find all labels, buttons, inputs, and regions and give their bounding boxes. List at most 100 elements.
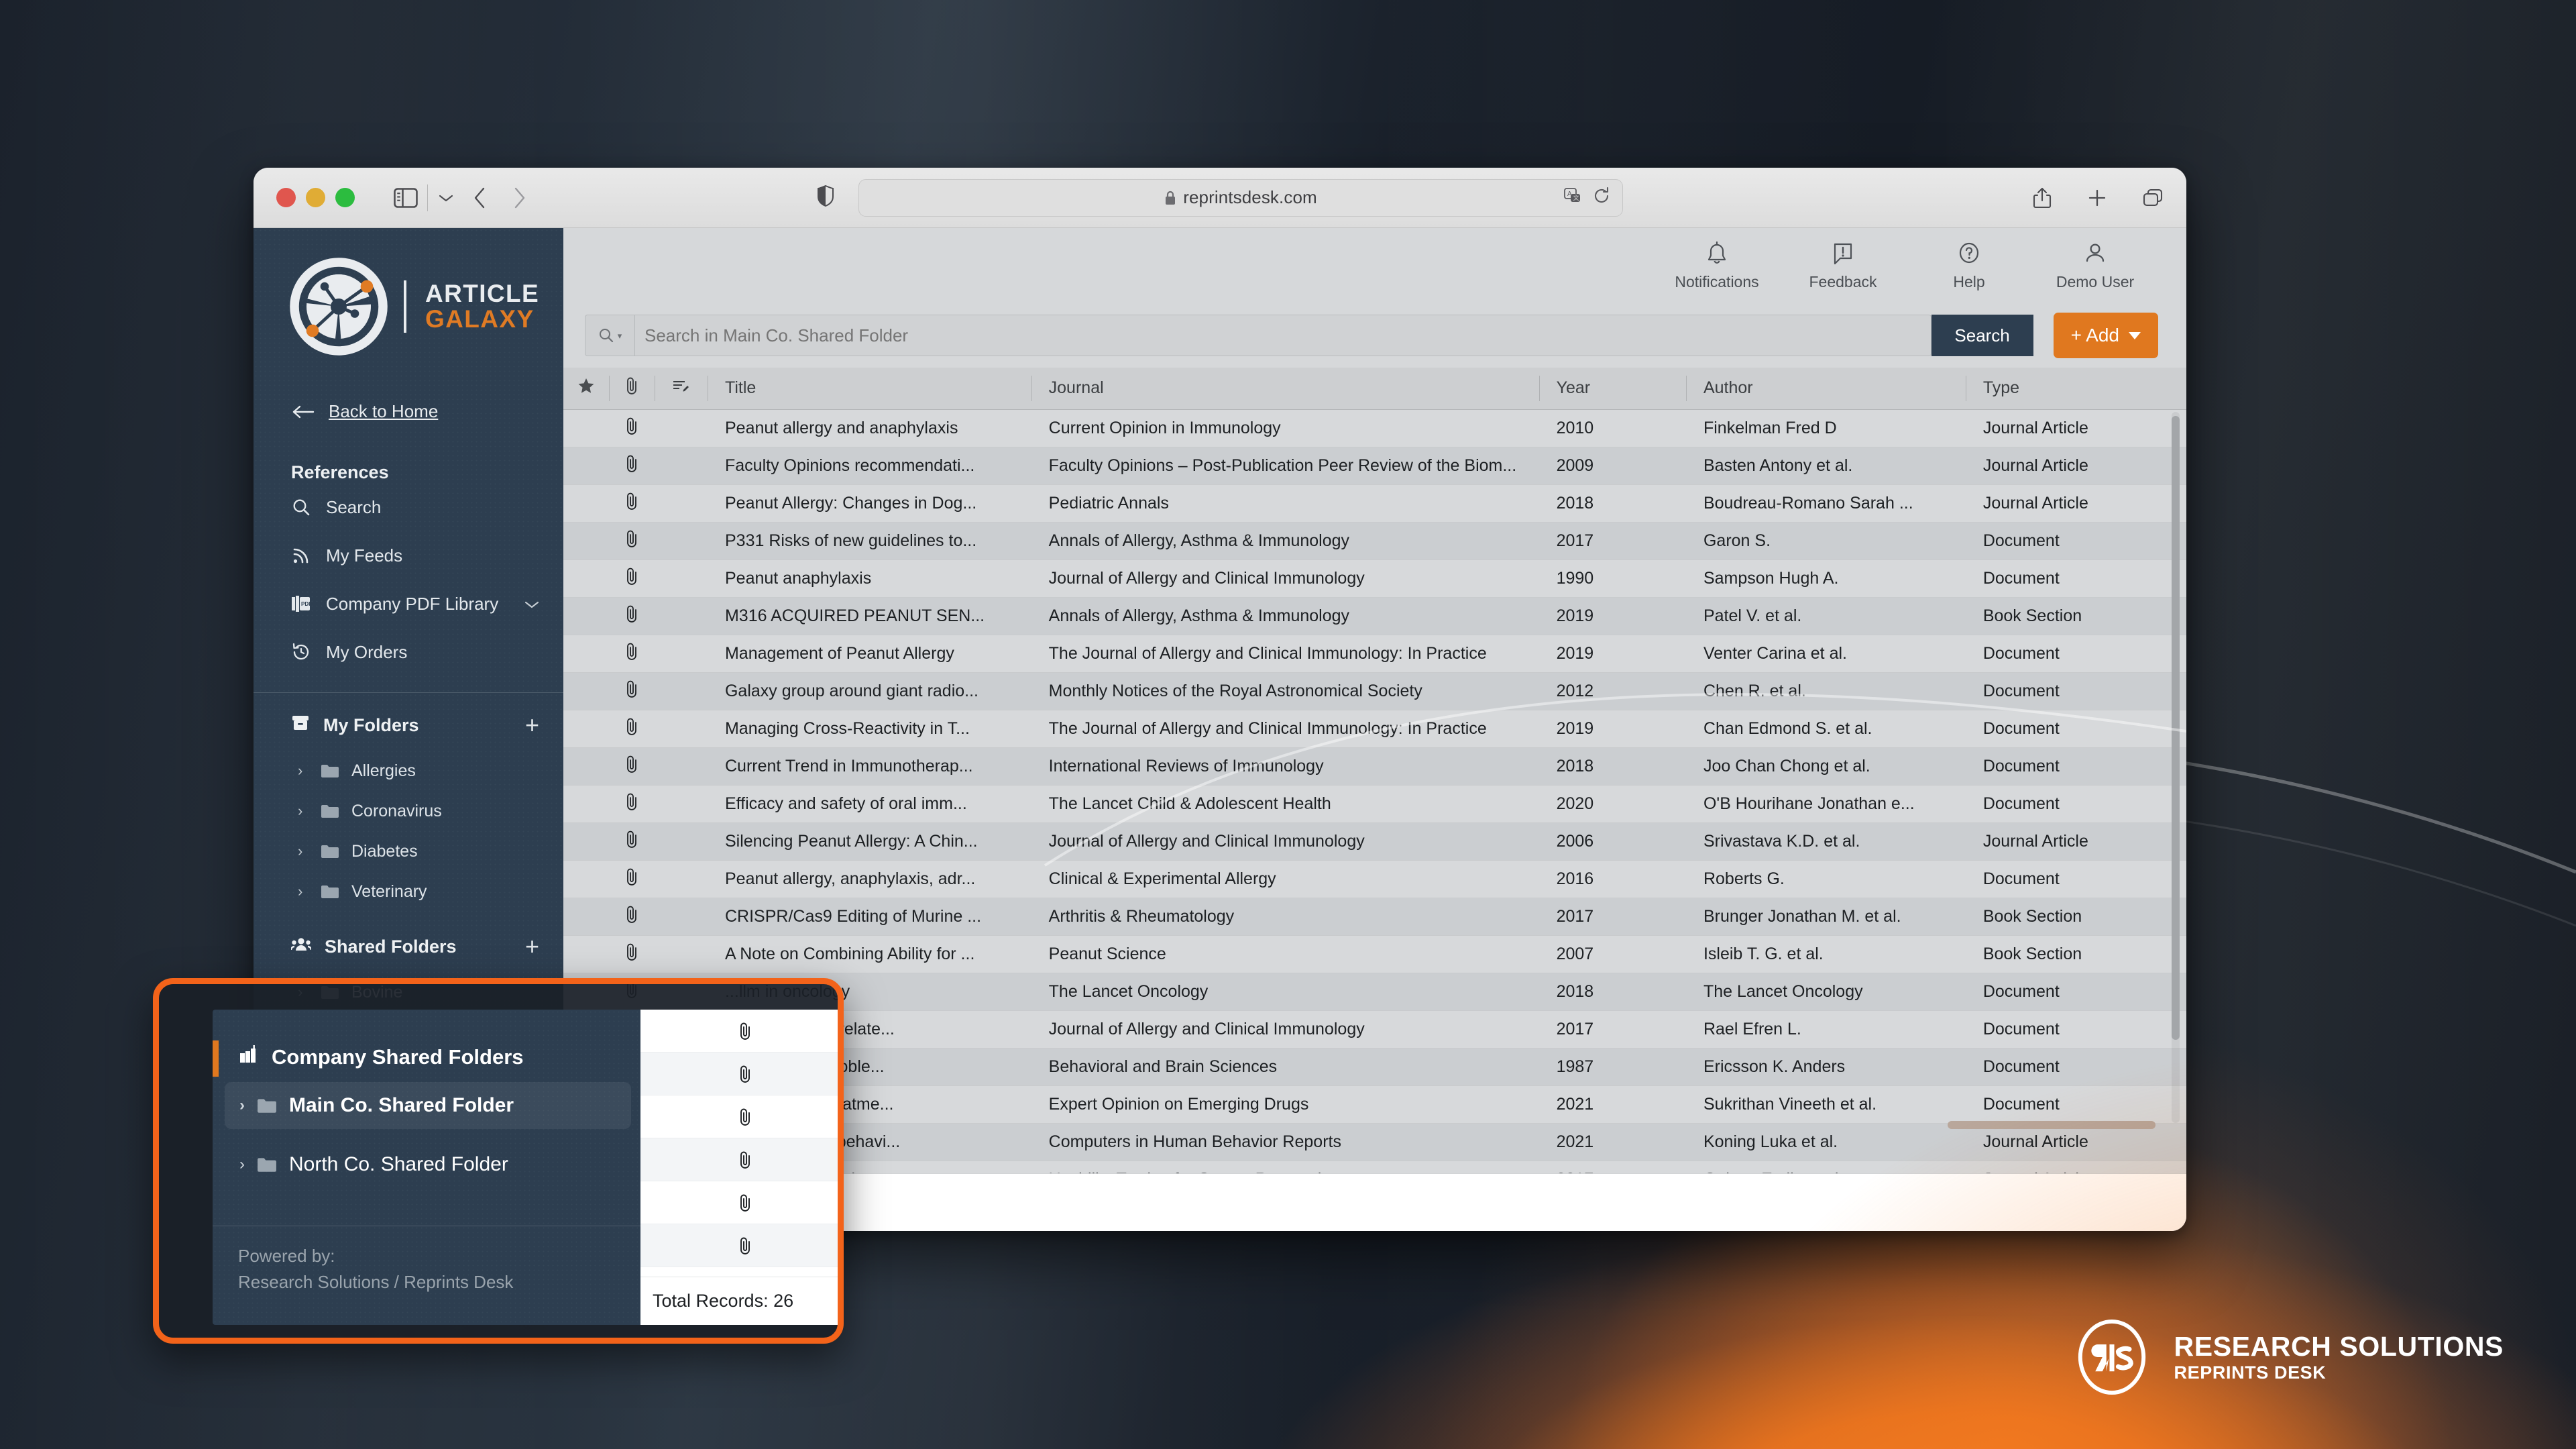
folder-allergies[interactable]: › Allergies [254,751,563,791]
row-attachment-cell[interactable] [609,522,655,559]
row-attachment-cell[interactable] [609,409,655,447]
row-star-cell[interactable] [563,860,609,898]
row-star-cell[interactable] [563,710,609,747]
column-header-title[interactable]: Title [708,368,1031,409]
table-row[interactable]: Peanut allergy, anaphylaxis, adr...Clini… [563,860,2186,898]
row-attachment-cell[interactable] [609,898,655,935]
row-attachment-cell[interactable] [609,935,655,973]
row-note-cell[interactable] [655,747,708,785]
table-row[interactable]: Current Trend in Immunotherap...Internat… [563,747,2186,785]
row-note-cell[interactable] [655,785,708,822]
chevron-right-icon[interactable]: › [239,1096,245,1115]
translate-icon[interactable]: A文 [1563,186,1582,209]
search-button[interactable]: Search [1931,315,2033,356]
window-controls[interactable] [276,188,355,207]
column-header-star[interactable] [563,368,609,409]
row-note-cell[interactable] [655,935,708,973]
add-folder-button[interactable]: + [525,713,539,737]
nav-back-icon[interactable] [472,186,487,209]
nav-forward-icon[interactable] [512,186,527,209]
folder-diabetes[interactable]: › Diabetes [254,831,563,871]
row-attachment-cell[interactable] [609,559,655,597]
sidebar-item-search[interactable]: Search [254,483,563,531]
row-star-cell[interactable] [563,522,609,559]
table-row[interactable]: M316 ACQUIRED PEANUT SEN...Annals of All… [563,597,2186,635]
table-row[interactable]: Peanut allergy and anaphylaxisCurrent Op… [563,409,2186,447]
table-row[interactable]: Peanut Allergy: Changes in Dog...Pediatr… [563,484,2186,522]
column-header-year[interactable]: Year [1539,368,1686,409]
row-attachment-cell[interactable] [609,597,655,635]
row-star-cell[interactable] [563,935,609,973]
sidebar-item-company-pdf-library[interactable]: PDF Company PDF Library [254,580,563,628]
vertical-scrollbar[interactable] [2172,412,2180,1123]
topbar-user[interactable]: Demo User [2032,241,2158,291]
horizontal-scrollbar[interactable] [1948,1121,2155,1129]
column-header-note[interactable] [655,368,708,409]
row-note-cell[interactable] [655,559,708,597]
callout-clip-row[interactable] [640,1224,844,1267]
row-attachment-cell[interactable] [609,822,655,860]
row-note-cell[interactable] [655,447,708,484]
row-note-cell[interactable] [655,522,708,559]
table-row[interactable]: A Note on Combining Ability for ...Peanu… [563,935,2186,973]
row-note-cell[interactable] [655,710,708,747]
chevron-right-icon[interactable]: › [298,883,309,900]
row-star-cell[interactable] [563,898,609,935]
row-star-cell[interactable] [563,785,609,822]
row-attachment-cell[interactable] [609,785,655,822]
table-row[interactable]: CRISPR/Cas9 Editing of Murine ...Arthrit… [563,898,2186,935]
table-row[interactable]: Managing Cross-Reactivity in T...The Jou… [563,710,2186,747]
table-row[interactable]: Silencing Peanut Allergy: A Chin...Journ… [563,822,2186,860]
plus-icon[interactable] [2087,188,2107,208]
callout-folder-north-co[interactable]: › North Co. Shared Folder [225,1141,631,1188]
row-note-cell[interactable] [655,672,708,710]
row-note-cell[interactable] [655,409,708,447]
row-star-cell[interactable] [563,747,609,785]
row-star-cell[interactable] [563,409,609,447]
row-star-cell[interactable] [563,484,609,522]
company-shared-folders-header[interactable]: Company Shared Folders [213,1010,640,1070]
column-header-type[interactable]: Type [1966,368,2186,409]
column-header-attachment[interactable] [609,368,655,409]
search-box[interactable]: ▾ [585,315,1931,356]
callout-clip-row[interactable] [640,1181,844,1224]
row-attachment-cell[interactable] [609,710,655,747]
topbar-notifications[interactable]: Notifications [1654,241,1780,291]
table-row[interactable]: Management of Peanut AllergyThe Journal … [563,635,2186,672]
callout-clip-row[interactable] [640,1010,844,1053]
search-input[interactable] [635,315,1931,356]
row-note-cell[interactable] [655,898,708,935]
folder-coronavirus[interactable]: › Coronavirus [254,791,563,831]
table-row[interactable]: P331 Risks of new guidelines to...Annals… [563,522,2186,559]
minimize-button[interactable] [306,188,325,207]
folder-veterinary[interactable]: › Veterinary [254,871,563,912]
maximize-button[interactable] [335,188,355,207]
scrollbar-thumb[interactable] [2172,416,2180,1040]
row-attachment-cell[interactable] [609,672,655,710]
row-note-cell[interactable] [655,822,708,860]
row-star-cell[interactable] [563,672,609,710]
chevron-right-icon[interactable]: › [298,802,309,820]
table-row[interactable]: Faculty Opinions recommendati...Faculty … [563,447,2186,484]
topbar-help[interactable]: Help [1906,241,2032,291]
table-row[interactable]: Peanut anaphylaxisJournal of Allergy and… [563,559,2186,597]
sidebar-item-my-feeds[interactable]: My Feeds [254,531,563,580]
callout-clip-row[interactable] [640,1138,844,1181]
row-star-cell[interactable] [563,597,609,635]
row-star-cell[interactable] [563,822,609,860]
row-note-cell[interactable] [655,597,708,635]
address-bar[interactable]: reprintsdesk.com A文 [858,179,1623,217]
table-row[interactable]: Efficacy and safety of oral imm...The La… [563,785,2186,822]
table-row[interactable]: Galaxy group around giant radio...Monthl… [563,672,2186,710]
row-star-cell[interactable] [563,559,609,597]
chevron-right-icon[interactable]: › [298,843,309,860]
add-button[interactable]: + Add [2054,313,2158,358]
search-scope-dropdown[interactable]: ▾ [585,315,635,356]
row-star-cell[interactable] [563,447,609,484]
callout-clip-row[interactable] [640,1053,844,1095]
chevron-down-icon[interactable] [523,594,541,614]
tabs-overview-icon[interactable] [2142,188,2164,208]
close-button[interactable] [276,188,296,207]
add-shared-folder-button[interactable]: + [525,934,539,959]
callout-clip-row[interactable] [640,1095,844,1138]
